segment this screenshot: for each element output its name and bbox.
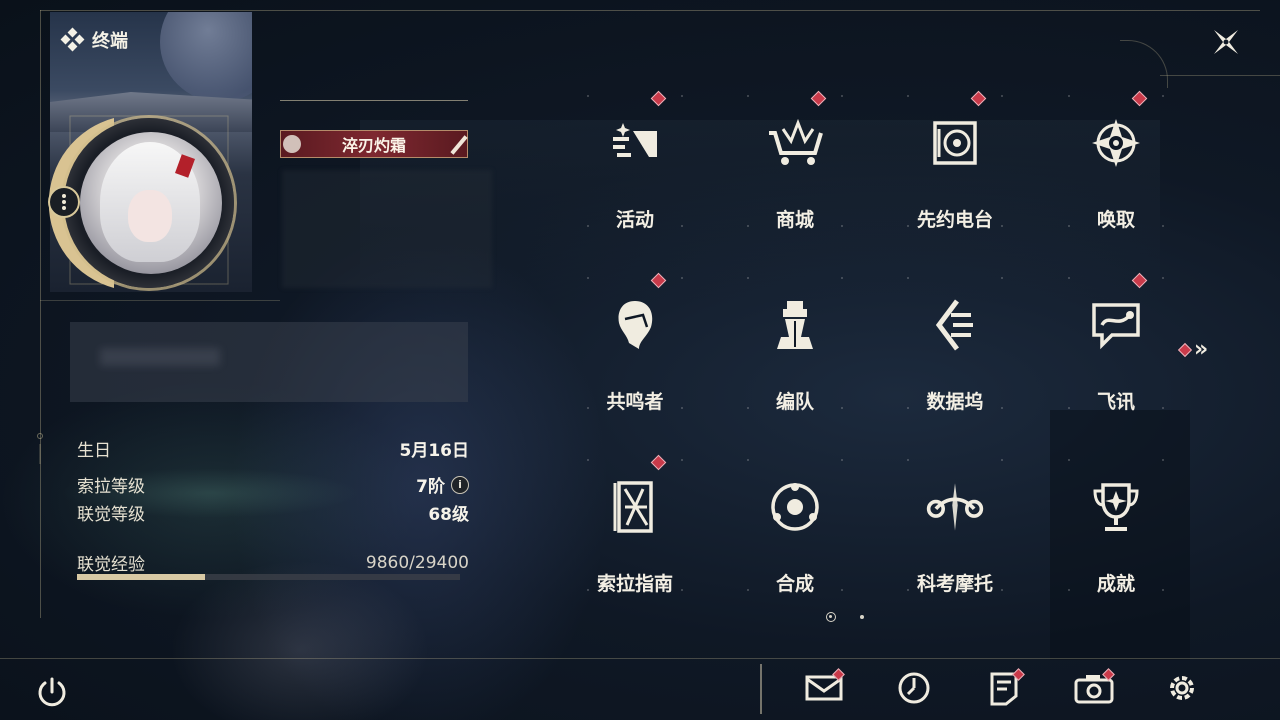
radio-icon <box>925 113 985 173</box>
bottom-divider <box>760 664 762 714</box>
title-badge-text: 淬刃灼霜 <box>341 136 406 155</box>
blade-icon <box>450 135 468 155</box>
frame-ornament <box>37 433 43 464</box>
shop-cart-icon <box>765 113 825 173</box>
signature-box[interactable] <box>70 322 468 402</box>
activity-icon <box>605 113 665 173</box>
clock-button[interactable] <box>892 670 936 710</box>
menu-item-label: 成就 <box>1096 573 1135 595</box>
page-dot-active[interactable] <box>826 612 836 622</box>
menu-item[interactable]: 编队 <box>725 267 865 417</box>
menu-item[interactable]: 合成 <box>725 449 865 599</box>
menu-item[interactable]: 商城 <box>725 85 865 235</box>
menu-item[interactable]: 唤取 <box>1046 85 1186 235</box>
stat-value: 7阶 <box>416 477 445 497</box>
menu-item-label: 合成 <box>775 573 814 595</box>
notification-badge <box>1131 90 1148 107</box>
page-dot[interactable] <box>860 615 864 619</box>
stat-union-level: 联觉等级 68级 <box>77 500 469 525</box>
stat-label: 生日 <box>77 441 111 461</box>
flower-icon <box>283 135 301 153</box>
data-bank-icon <box>925 295 985 355</box>
menu-item-label: 商城 <box>775 209 814 231</box>
double-chevron-right-icon: » <box>1194 337 1209 362</box>
menu-item[interactable]: 活动 <box>565 85 705 235</box>
menu-item[interactable]: 科考摩托 <box>885 449 1025 599</box>
resonator-icon <box>605 295 665 355</box>
menu-item-label: 先约电台 <box>916 209 993 231</box>
motorcycle-icon <box>925 477 985 537</box>
more-options-button[interactable] <box>48 186 80 218</box>
menu-item[interactable]: 共鸣者 <box>565 267 705 417</box>
synthesis-icon <box>765 477 825 537</box>
stat-label: 联觉等级 <box>77 505 145 525</box>
notice-button[interactable] <box>982 668 1026 710</box>
terminal-label: 终端 <box>92 31 128 52</box>
clock-icon <box>896 670 932 710</box>
notification-badge <box>650 272 667 289</box>
trophy-icon <box>1086 477 1146 537</box>
stat-sol-rank: 索拉等级 7阶 i <box>77 472 469 497</box>
frame-line-bottom <box>0 658 1280 659</box>
title-badge[interactable]: 淬刃灼霜 <box>280 130 468 158</box>
summon-compass-icon <box>1086 113 1146 173</box>
stat-value: 5月16日 <box>399 441 470 461</box>
stat-label: 索拉等级 <box>77 477 145 497</box>
stat-value-wrap: 7阶 i <box>416 472 469 497</box>
avatar[interactable] <box>80 132 222 274</box>
settings-gear-button[interactable] <box>1160 670 1204 710</box>
menu-item[interactable]: 飞讯 <box>1046 267 1186 417</box>
camera-button[interactable] <box>1072 668 1116 710</box>
power-icon[interactable] <box>34 674 70 710</box>
notification-badge <box>1177 342 1193 358</box>
team-chess-icon <box>765 295 825 355</box>
settings-gear-icon <box>1164 670 1200 710</box>
stat-value: 68级 <box>428 505 469 525</box>
menu-item-label: 索拉指南 <box>596 573 673 595</box>
blurred-name-area <box>282 170 492 288</box>
stat-label: 联觉经验 <box>77 555 145 575</box>
close-icon[interactable] <box>1208 24 1244 60</box>
stat-value: 9860/29400 <box>365 552 469 573</box>
terminal-diamond-icon <box>60 27 85 52</box>
notification-badge <box>650 90 667 107</box>
menu-item-label: 科考摩托 <box>916 573 993 595</box>
notification-badge <box>650 454 667 471</box>
menu-item[interactable]: 成就 <box>1046 449 1186 599</box>
stat-birthday: 生日 5月16日 <box>77 436 469 461</box>
menu-item-label: 活动 <box>615 209 654 231</box>
chat-icon <box>1086 295 1146 355</box>
menu-item[interactable]: 索拉指南 <box>565 449 705 599</box>
notification-badge <box>970 90 987 107</box>
exp-progress-fill <box>77 574 206 580</box>
menu-item-label: 数据坞 <box>926 391 984 413</box>
terminal-title: 终端 <box>60 27 128 53</box>
info-icon[interactable]: i <box>451 475 469 494</box>
frame-line-left <box>40 10 41 618</box>
menu-item-label: 共鸣者 <box>606 391 664 413</box>
menu-item-label: 编队 <box>775 391 814 413</box>
next-page-button[interactable]: » <box>1177 337 1220 362</box>
frame-line-top <box>40 10 1260 11</box>
guidebook-icon <box>605 477 665 537</box>
name-underline <box>280 100 468 101</box>
page-indicator <box>826 612 864 622</box>
notification-badge <box>1131 272 1148 289</box>
mail-button[interactable] <box>802 668 846 710</box>
frame-line-right <box>1160 75 1280 76</box>
exp-progress-bar <box>77 574 460 580</box>
notification-badge <box>810 90 827 107</box>
menu-item[interactable]: 数据坞 <box>885 267 1025 417</box>
profile-separator <box>40 300 280 301</box>
stat-union-exp: 联觉经验 9860/29400 <box>77 550 469 576</box>
menu-item[interactable]: 先约电台 <box>885 85 1025 235</box>
menu-item-label: 唤取 <box>1096 209 1135 231</box>
menu-item-label: 飞讯 <box>1096 391 1135 413</box>
